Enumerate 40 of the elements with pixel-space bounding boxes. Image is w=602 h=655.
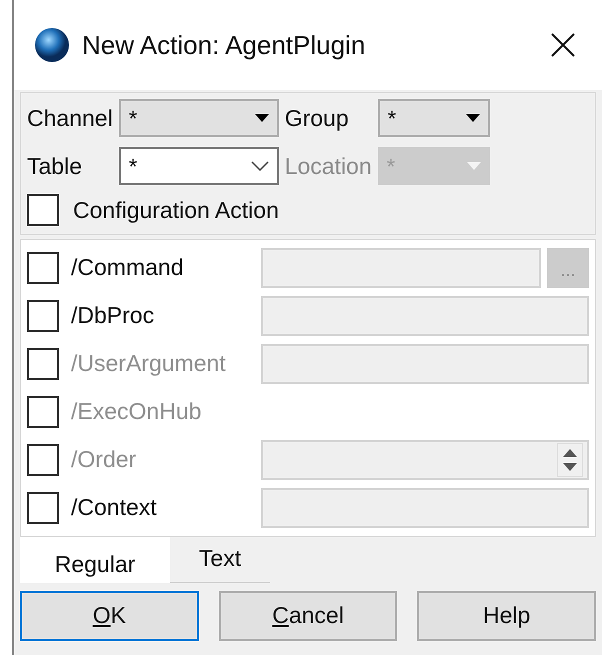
option-label: /DbProc [71,301,156,330]
text-field[interactable] [261,296,589,336]
field-label: Group [284,104,350,133]
combo-box[interactable]: * [378,99,490,137]
caret-down-icon [466,114,480,122]
spinner-field[interactable] [261,440,589,480]
app-globe-icon [34,27,70,63]
caret-down-icon [254,114,269,122]
tab[interactable]: Text [170,540,270,582]
combo-value: * [386,152,396,180]
text-field[interactable] [261,344,589,384]
combo-value: * [388,104,396,132]
checkbox[interactable] [27,492,59,524]
text-field[interactable] [261,248,541,288]
combo-value: * [128,104,138,132]
dialog-button[interactable]: Cancel [218,590,398,640]
spinner-arrows-icon [557,442,583,476]
dialog-button[interactable]: Help [417,590,596,640]
combo-value: * [128,152,138,180]
field-label: Table [27,152,83,181]
checkbox-label: Configuration Action [73,196,279,225]
window-title: New Action: AgentPlugin [82,28,366,62]
option-label: /Order [71,445,138,474]
field-label: Channel [27,104,113,133]
tab[interactable]: Regular [20,536,170,582]
combo-box[interactable]: * [118,147,279,185]
checkbox[interactable] [27,194,59,226]
dialog-button[interactable]: OK [20,590,199,640]
chevron-down-icon [250,161,269,171]
checkbox[interactable] [27,300,59,332]
option-label: /Context [71,493,158,522]
option-label: /Command [71,253,184,282]
field-label: Location [284,152,372,181]
combo-box[interactable]: * [118,99,279,137]
option-label: /ExecOnHub [71,397,202,426]
option-label: /UserArgument [71,349,227,378]
text-field[interactable] [261,488,589,528]
checkbox[interactable] [27,252,59,284]
close-icon[interactable] [550,32,576,58]
caret-down-icon [466,162,481,170]
